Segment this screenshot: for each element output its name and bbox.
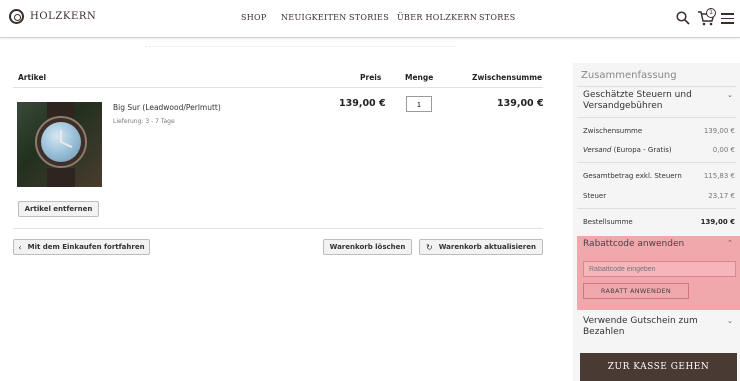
net-total-value: 115,83 € xyxy=(703,172,735,180)
clear-cart-label: Warenkorb löschen xyxy=(329,243,406,251)
product-image[interactable] xyxy=(17,102,102,187)
subtotal-row: Zwischensumme 139,00 € xyxy=(583,127,735,135)
order-total-value: 139,00 € xyxy=(700,218,735,226)
voucher-toggle[interactable]: Verwende Gutschein zum Bezahlen xyxy=(583,316,723,338)
shipping-value: 0,00 € xyxy=(712,146,735,154)
remove-item-label: Artikel entfernen xyxy=(24,205,93,213)
logo-text: HOLZKERN xyxy=(30,11,97,22)
column-header-preis: Preis xyxy=(360,73,382,82)
chevron-down-icon[interactable]: ⌄ xyxy=(727,317,733,325)
shipping-label: Versand xyxy=(583,146,612,154)
update-cart-button[interactable]: ↻ Warenkorb aktualisieren xyxy=(419,239,543,255)
subtotal-value: 139,00 € xyxy=(703,127,735,135)
summary-divider xyxy=(577,162,736,163)
search-icon[interactable] xyxy=(676,11,690,25)
net-total-row: Gesamtbetrag exkl. Steuern 115,83 € xyxy=(583,172,735,180)
table-header-divider xyxy=(13,87,543,88)
update-cart-label: Warenkorb aktualisieren xyxy=(438,243,536,251)
tax-row: Steuer 23,17 € xyxy=(583,192,735,200)
order-total-label: Bestellsumme xyxy=(583,218,633,226)
nav-item-ueber-holzkern[interactable]: ÜBER HOLZKERN xyxy=(397,13,477,22)
discount-code-input[interactable] xyxy=(583,261,736,277)
net-total-label: Gesamtbetrag exkl. Steuern xyxy=(583,172,682,180)
discount-code-toggle[interactable]: Rabattcode anwenden xyxy=(583,239,684,249)
chevron-down-icon[interactable]: ⌄ xyxy=(727,91,733,99)
chevron-left-icon: ‹ xyxy=(18,242,22,252)
summary-divider xyxy=(577,86,736,87)
item-price: 139,00 € xyxy=(339,98,386,109)
summary-title: Zusammenfassung xyxy=(581,70,677,81)
tax-label: Steuer xyxy=(583,192,607,200)
site-header: HOLZKERN SHOP NEUIGKEITEN STORIES ÜBER H… xyxy=(0,0,740,38)
cart-count-badge: 1 xyxy=(706,8,716,18)
column-header-menge: Menge xyxy=(405,73,434,82)
product-name[interactable]: Big Sur (Leadwood/Perlmutt) xyxy=(113,103,221,112)
menu-icon[interactable] xyxy=(721,13,734,24)
continue-shopping-label: Mit dem Einkaufen fortfahren xyxy=(27,243,145,251)
apply-discount-button[interactable]: RABATT ANWENDEN xyxy=(583,283,689,299)
nav-item-stores[interactable]: STORES xyxy=(479,13,516,22)
column-header-zwischensumme: Zwischensumme xyxy=(472,73,543,82)
continue-shopping-button[interactable]: ‹ Mit dem Einkaufen fortfahren xyxy=(13,239,150,255)
order-total-row: Bestellsumme 139,00 € xyxy=(583,218,735,226)
refresh-icon: ↻ xyxy=(426,242,433,252)
logo-icon xyxy=(9,9,24,24)
quantity-input[interactable] xyxy=(406,96,432,112)
remove-item-button[interactable]: Artikel entfernen xyxy=(18,201,99,217)
tax-estimate-toggle[interactable]: Geschätzte Steuern und Versandgebühren xyxy=(583,90,723,112)
logo[interactable]: HOLZKERN xyxy=(9,9,96,24)
shipping-method: (Europa - Gratis) xyxy=(611,146,672,154)
table-bottom-divider xyxy=(13,228,543,229)
nav-item-neuigkeiten[interactable]: NEUIGKEITEN xyxy=(281,13,347,22)
summary-divider xyxy=(577,208,736,209)
summary-divider xyxy=(577,117,736,118)
order-summary: Zusammenfassung Geschätzte Steuern und V… xyxy=(573,63,740,381)
checkout-button[interactable]: ZUR KASSE GEHEN xyxy=(580,353,737,381)
nav-item-shop[interactable]: SHOP xyxy=(241,13,267,22)
discount-code-section: Rabattcode anwenden ⌃ RABATT ANWENDEN xyxy=(577,236,740,310)
subtotal-label: Zwischensumme xyxy=(583,127,643,135)
clear-cart-button[interactable]: Warenkorb löschen xyxy=(323,239,412,255)
item-subtotal: 139,00 € xyxy=(497,98,544,109)
column-header-artikel: Artikel xyxy=(18,73,47,82)
product-delivery-time: Lieferung: 3 - 7 Tage xyxy=(113,118,175,125)
divider xyxy=(145,46,455,47)
shipping-row: Versand (Europa - Gratis) 0,00 € xyxy=(583,146,735,154)
chevron-up-icon[interactable]: ⌃ xyxy=(727,239,733,247)
nav-item-stories[interactable]: STORIES xyxy=(349,13,389,22)
tax-value: 23,17 € xyxy=(708,192,735,200)
